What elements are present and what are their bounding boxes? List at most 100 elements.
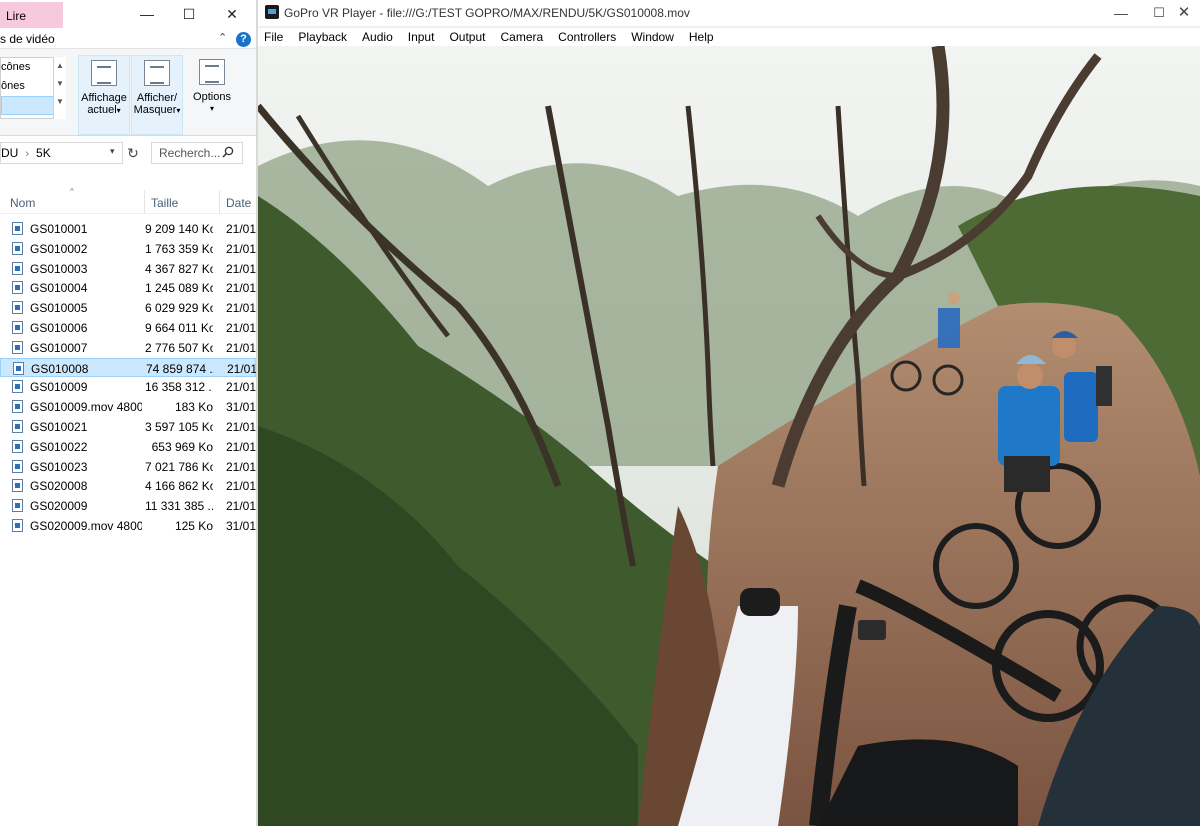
file-size: 1 763 359 Ko [145, 241, 213, 256]
video-file-icon [12, 241, 23, 255]
file-row[interactable]: GS010021 3 597 105 Ko 21/01 [0, 417, 256, 437]
expand-gallery-icon[interactable]: ▼ [54, 93, 66, 111]
options-button[interactable]: Options ▾ [186, 55, 238, 135]
scroll-up-icon[interactable]: ▲ [54, 57, 66, 75]
layout-gallery-scroller[interactable]: ▲ ▼ ▼ [53, 57, 66, 119]
current-view-button[interactable]: Affichage actuel▾ [78, 55, 130, 135]
options-label: Options [193, 91, 231, 103]
file-name: GS010005 [30, 301, 88, 316]
file-name: GS010004 [30, 281, 88, 296]
file-name: GS010003 [30, 261, 88, 276]
file-row[interactable]: GS020009 11 331 385 ... 21/01 [0, 496, 256, 516]
breadcrumb-current[interactable]: 5K [36, 146, 51, 160]
file-size: 9 209 140 Ko [145, 222, 213, 236]
column-header-name[interactable]: Nom ^ [0, 187, 145, 214]
menu-file[interactable]: File [264, 28, 283, 46]
video-viewport[interactable] [258, 46, 1200, 826]
file-date: 21/01 [226, 499, 256, 514]
options-icon [199, 59, 225, 85]
close-button[interactable]: ✕ [1168, 0, 1200, 26]
current-view-label-1: Affichage [81, 92, 127, 104]
video-file-icon [12, 340, 23, 354]
ribbon-context-label[interactable]: s de vidéo [0, 32, 55, 46]
file-row[interactable]: GS010004 1 245 089 Ko 21/01 [0, 278, 256, 298]
file-size: 1 245 089 Ko [145, 281, 213, 296]
menu-window[interactable]: Window [631, 28, 674, 46]
video-file-icon [12, 518, 23, 532]
gopro-vr-player-window: GoPro VR Player - file:///G:/TEST GOPRO/… [258, 0, 1200, 826]
maximize-button[interactable]: ☐ [167, 0, 211, 28]
dropdown-caret-icon: ▾ [116, 106, 121, 115]
file-size: 4 367 827 Ko [145, 261, 213, 276]
ribbon-panel: cônes ônes ▲ ▼ ▼ Affichage actuel▾ Affic… [0, 48, 256, 136]
video-file-icon [12, 439, 23, 453]
show-hide-label-2: Masquer [133, 104, 177, 116]
minimize-button[interactable]: — [125, 0, 169, 28]
file-name: GS010009 [30, 380, 88, 395]
menu-playback[interactable]: Playback [298, 28, 347, 46]
menu-output[interactable]: Output [449, 28, 485, 46]
video-file-icon [12, 301, 23, 315]
close-button[interactable]: ✕ [210, 0, 254, 28]
file-date: 21/01 [226, 320, 256, 335]
file-row[interactable]: GS010009 16 358 312 ... 21/01 [0, 377, 256, 397]
file-size: 125 Ko [174, 518, 213, 533]
file-row[interactable]: GS020008 4 166 862 Ko 21/01 [0, 476, 256, 496]
ribbon-tab-lire[interactable]: Lire [0, 2, 63, 28]
file-date: 21/01 [227, 361, 256, 376]
file-name: GS020009 [30, 499, 88, 514]
file-row[interactable]: GS010009.mov 4800... 183 Ko 31/01 [0, 397, 256, 417]
menu-camera[interactable]: Camera [500, 28, 543, 46]
file-size: 3 597 105 Ko [145, 419, 213, 434]
file-size: 2 776 507 Ko [145, 340, 213, 355]
file-size: 11 331 385 ... [145, 499, 213, 514]
file-name: GS010007 [30, 340, 88, 355]
refresh-icon[interactable]: ↻ [124, 142, 142, 164]
file-date: 21/01 [226, 281, 256, 296]
column-header-size[interactable]: Taille [145, 190, 220, 214]
file-size: 6 029 929 Ko [145, 301, 213, 316]
file-row[interactable]: GS010006 9 664 011 Ko 21/01 [0, 318, 256, 338]
file-row[interactable]: GS010001 9 209 140 Ko 21/01 [0, 219, 256, 239]
current-view-label-2: actuel [87, 104, 117, 116]
address-bar[interactable]: DU › 5K ▾ [0, 142, 123, 164]
file-date: 21/01 [226, 241, 256, 256]
video-file-icon [12, 320, 23, 334]
show-hide-label-1: Afficher/ [136, 92, 178, 104]
menu-controllers[interactable]: Controllers [558, 28, 616, 46]
video-file-icon [12, 479, 23, 493]
file-row[interactable]: GS010003 4 367 827 Ko 21/01 [0, 259, 256, 279]
help-icon[interactable]: ? [236, 32, 251, 47]
dropdown-caret-icon: ▾ [209, 104, 214, 113]
video-file-icon [12, 400, 23, 414]
player-window-title: GoPro VR Player - file:///G:/TEST GOPRO/… [284, 6, 690, 20]
file-size: 653 969 Ko [151, 439, 213, 454]
chevron-down-icon[interactable]: ▾ [110, 146, 115, 157]
file-row[interactable]: GS010023 7 021 786 Ko 21/01 [0, 457, 256, 477]
file-date: 21/01 [226, 301, 256, 316]
breadcrumb-parent[interactable]: DU [1, 146, 18, 160]
file-explorer-window: Lire — ☐ ✕ s de vidéo ⌃ ? cônes ônes ▲ ▼… [0, 0, 256, 826]
file-row[interactable]: GS010022 653 969 Ko 21/01 [0, 437, 256, 457]
minimize-button[interactable]: — [1098, 0, 1144, 26]
column-header-date[interactable]: Date [220, 190, 256, 214]
search-icon[interactable] [222, 146, 234, 158]
file-row[interactable]: GS010002 1 763 359 Ko 21/01 [0, 239, 256, 259]
file-row[interactable]: GS020009.mov 4800... 125 Ko 31/01 [0, 516, 256, 536]
chevron-up-icon[interactable]: ⌃ [218, 31, 227, 44]
explorer-titlebar: Lire — ☐ ✕ [0, 0, 256, 30]
menu-audio[interactable]: Audio [362, 28, 393, 46]
menu-help[interactable]: Help [689, 28, 714, 46]
menu-input[interactable]: Input [408, 28, 435, 46]
file-size: 183 Ko [174, 400, 213, 415]
file-row-selected[interactable]: GS010008 74 859 874 ... 21/01 [0, 357, 256, 378]
file-row[interactable]: GS010005 6 029 929 Ko 21/01 [0, 298, 256, 318]
file-name: GS010022 [30, 439, 88, 454]
video-frame-forest-trail-cyclists[interactable] [258, 46, 1200, 826]
file-date: 21/01 [226, 419, 256, 434]
sort-ascending-icon: ^ [70, 187, 74, 196]
file-row[interactable]: GS010007 2 776 507 Ko 21/01 [0, 338, 256, 358]
scroll-down-icon[interactable]: ▼ [54, 75, 66, 93]
show-hide-button[interactable]: Afficher/ Masquer▾ [131, 55, 183, 135]
file-name: GS010008 [31, 361, 89, 376]
